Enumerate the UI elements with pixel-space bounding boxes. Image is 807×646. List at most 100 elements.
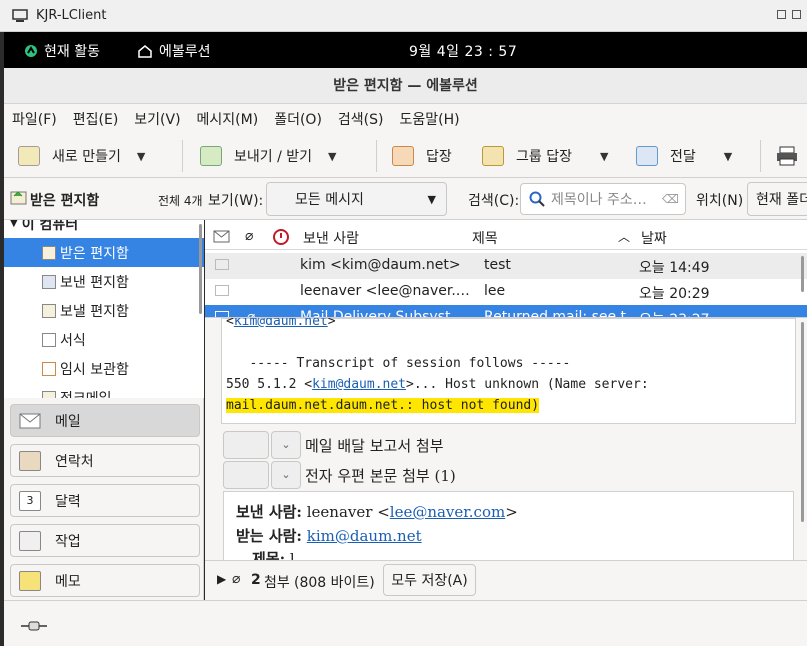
highlighted-text: mail.daum.net.daum.net.: host not found) — [226, 398, 540, 413]
attachment-action-button[interactable] — [223, 431, 269, 459]
expand-attachments-icon[interactable]: ▶ — [217, 572, 226, 586]
attachment-row: ⌄ 메일 배달 보고서 첨부 — [223, 430, 444, 460]
folder-junk[interactable]: 정크메일 — [4, 383, 204, 398]
folder-sent[interactable]: 보낸 편지함 — [4, 267, 204, 296]
window-title: 받은 편지함 — 에볼루션 — [4, 68, 807, 104]
menu-message[interactable]: 메시지(M) — [197, 109, 259, 129]
chevron-down-icon[interactable]: ▼ — [137, 150, 145, 163]
folder-inbox[interactable]: 받은 편지함 — [4, 238, 204, 267]
view-label: 보기(W): — [208, 193, 264, 209]
switcher-calendar[interactable]: 3 달력 — [10, 484, 200, 517]
sent-icon — [42, 274, 56, 289]
email-link[interactable]: lee@naver.com — [390, 503, 505, 521]
memo-icon — [19, 570, 41, 591]
menu-folder[interactable]: 폴더(O) — [274, 109, 322, 129]
switcher-tasks[interactable]: 작업 — [10, 524, 200, 557]
attachment-label: 전자 우편 본문 첨부 (1) — [305, 466, 456, 485]
status-bar — [4, 600, 807, 646]
column-header-subject[interactable]: 제목 — [472, 228, 498, 248]
attachment-icon: ⌀ — [247, 309, 256, 318]
print-button[interactable] — [776, 143, 798, 169]
send-receive-icon — [200, 146, 222, 166]
chevron-down-icon[interactable]: ▼ — [724, 150, 732, 163]
menu-edit[interactable]: 편집(E) — [73, 109, 119, 129]
chevron-down-icon[interactable]: ⌄ — [271, 461, 301, 489]
message-row[interactable]: leenaver <lee@naver.… lee 오늘 20:29 — [205, 279, 807, 305]
status-column-icon[interactable] — [213, 230, 231, 244]
folder-outbox[interactable]: 보낼 편지함 — [4, 296, 204, 325]
embedded-message-headers: 보낸 사람: leenaver <lee@naver.com> 받는 사람: k… — [223, 491, 794, 560]
message-row-selected[interactable]: ⌀ Mail Delivery Subsyst… Returned mail: … — [205, 305, 807, 318]
email-link[interactable]: kim@daum.net — [307, 527, 422, 545]
search-icon — [529, 191, 545, 207]
read-envelope-icon — [215, 259, 229, 270]
attachment-action-button[interactable] — [223, 461, 269, 489]
message-preview: <kim@daum.net> ----- Transcript of sessi… — [205, 318, 807, 560]
mail-icon — [19, 413, 41, 428]
tree-scrollbar[interactable] — [199, 224, 202, 314]
message-list-header: ⌀ 보낸 사람 제목 ︿ 날짜 — [205, 224, 807, 250]
list-scrollbar[interactable] — [801, 256, 804, 292]
new-button[interactable]: 새로 만들기 ▼ — [18, 143, 145, 169]
maximize-button[interactable] — [792, 10, 801, 19]
menu-bar: 파일(F) 편집(E) 보기(V) 메시지(M) 폴더(O) 검색(S) 도움말… — [4, 104, 807, 134]
connection-status-icon[interactable] — [20, 619, 48, 633]
attachment-row: ⌄ 전자 우편 본문 첨부 (1) — [223, 460, 456, 490]
flag-column-icon[interactable] — [273, 229, 289, 245]
drafts-icon — [42, 361, 56, 376]
switcher-contacts[interactable]: 연락처 — [10, 444, 200, 477]
group-reply-icon — [482, 146, 504, 166]
group-reply-button[interactable]: 그룹 답장 ▼ — [482, 143, 608, 169]
switcher-mail[interactable]: 메일 — [10, 404, 200, 437]
chevron-down-icon[interactable]: ▼ — [328, 150, 336, 163]
app-menu-button[interactable]: 에볼루션 — [137, 41, 211, 61]
filter-bar: 받은 편지함 전체 4개 보기(W): 모든 메시지 ▼ 검색(C): 제목이나… — [4, 178, 807, 220]
sort-ascending-icon: ︿ — [618, 230, 631, 244]
template-icon — [42, 332, 56, 347]
column-header-date[interactable]: 날짜 — [641, 228, 667, 248]
email-link[interactable]: kim@daum.net — [312, 377, 406, 392]
read-envelope-icon — [215, 285, 229, 296]
search-field[interactable]: 제목이나 주소… ⌫ — [520, 183, 686, 215]
tasks-icon — [19, 530, 41, 551]
switcher-memos[interactable]: 메모 — [10, 564, 200, 597]
inbox-icon — [42, 245, 56, 260]
read-envelope-icon — [215, 311, 229, 317]
search-input[interactable]: 제목이나 주소… — [551, 189, 647, 209]
email-link[interactable]: kim@daum.net — [234, 318, 328, 329]
reply-button[interactable]: 답장 — [392, 143, 452, 169]
body-line: ----- Transcript of session follows ----… — [226, 356, 571, 371]
column-header-from[interactable]: 보낸 사람 — [303, 228, 359, 248]
clock[interactable]: 9월 4일 23 : 57 — [409, 41, 517, 61]
printer-icon — [777, 146, 797, 166]
send-receive-button[interactable]: 보내기 / 받기 ▼ — [200, 143, 337, 169]
folder-drafts[interactable]: 임시 보관함 — [4, 354, 204, 383]
tree-root-this-computer[interactable]: ▼ 이 컴퓨터 — [4, 220, 204, 238]
location-dropdown[interactable]: 현재 폴더 — [747, 182, 807, 216]
sidebar: ▼ 이 컴퓨터 받은 편지함 보낸 편지함 보낼 편지함 서식 임시 보관함 정… — [4, 220, 204, 646]
menu-help[interactable]: 도움말(H) — [400, 109, 460, 129]
folder-tree: ▼ 이 컴퓨터 받은 편지함 보낸 편지함 보낼 편지함 서식 임시 보관함 정… — [4, 220, 204, 398]
app-icon — [138, 45, 152, 58]
attachment-column-icon[interactable]: ⌀ — [245, 228, 253, 244]
folder-templates[interactable]: 서식 — [4, 325, 204, 354]
expander-icon[interactable]: ▼ — [10, 220, 18, 229]
message-row[interactable]: kim <kim@daum.net> test 오늘 14:49 — [205, 253, 807, 279]
attachment-size: (808 바이트) — [294, 575, 375, 591]
menu-search[interactable]: 검색(S) — [338, 109, 384, 129]
folder-message-count: 전체 4개 — [158, 194, 203, 208]
preview-scrollbar[interactable] — [801, 322, 804, 522]
clear-search-icon[interactable]: ⌫ — [662, 192, 679, 206]
menu-view[interactable]: 보기(V) — [134, 109, 180, 129]
view-dropdown[interactable]: 모든 메시지 ▼ — [266, 182, 447, 216]
activities-button[interactable]: 현재 활동 — [24, 41, 100, 61]
toolbar: 새로 만들기 ▼ 보내기 / 받기 ▼ 답장 그룹 답장 ▼ 전달 ▼ — [4, 134, 807, 178]
chevron-down-icon[interactable]: ▼ — [600, 150, 608, 163]
restore-button[interactable] — [777, 10, 786, 19]
menu-file[interactable]: 파일(F) — [12, 109, 57, 129]
paperclip-icon: ⌀ — [232, 571, 241, 587]
save-all-button[interactable]: 모두 저장(A) — [383, 564, 476, 596]
forward-button[interactable]: 전달 ▼ — [636, 143, 732, 169]
chevron-down-icon[interactable]: ⌄ — [271, 431, 301, 459]
junk-icon — [42, 390, 56, 398]
